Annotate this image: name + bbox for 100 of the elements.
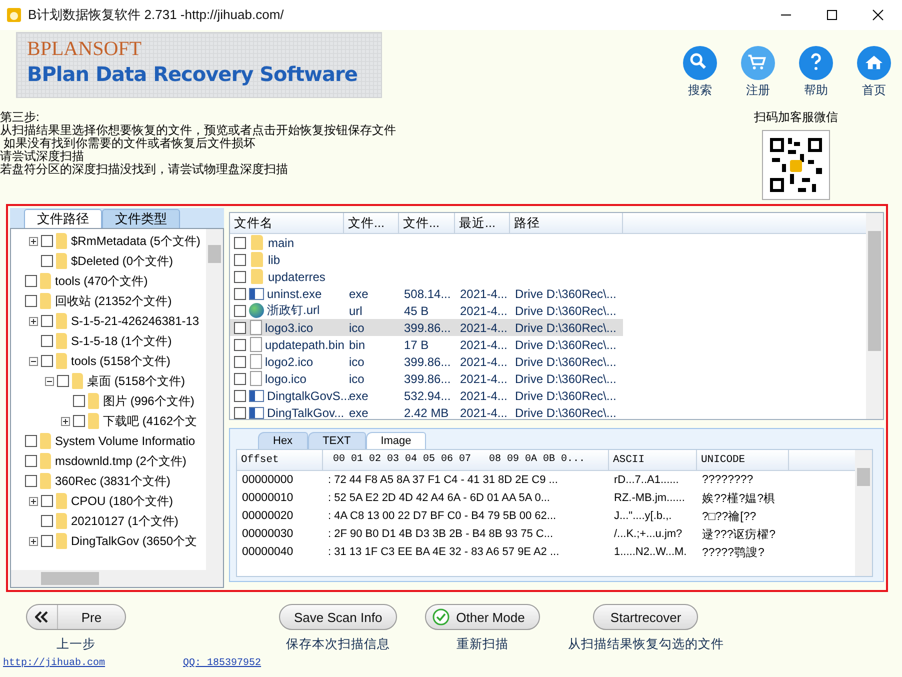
file-row[interactable]: lib <box>230 251 623 268</box>
file-row[interactable]: 浙政钉.url url 45 B 2021-4... Drive D:\360Rec\... <box>230 302 623 319</box>
checkbox[interactable] <box>25 455 37 467</box>
column-header[interactable]: ASCII <box>609 450 697 470</box>
expand-icon[interactable] <box>29 536 38 546</box>
toolbar-button[interactable]: 帮助 <box>797 46 835 99</box>
checkbox[interactable] <box>234 372 246 384</box>
tree-item[interactable]: 下载吧 (4162个文 <box>103 412 198 430</box>
expand-icon[interactable] <box>61 416 70 426</box>
tab[interactable]: Hex <box>258 432 308 449</box>
file-row[interactable]: updatepath.bin bin 17 B 2021-4... Drive D:\360Rec\... <box>230 336 623 353</box>
tree-item[interactable]: msdownld.tmp (2个文件) <box>55 452 186 470</box>
folder-icon <box>40 453 51 469</box>
file-row[interactable]: logo3.ico ico 399.86... 2021-4... Drive D:\360Rec\... <box>230 319 623 336</box>
checkbox[interactable] <box>234 356 246 368</box>
checkbox[interactable] <box>234 288 246 300</box>
link[interactable]: QQ: 185397952 <box>183 658 262 672</box>
checkbox[interactable] <box>25 475 37 487</box>
checkbox[interactable] <box>41 495 53 507</box>
checkbox[interactable] <box>41 255 53 267</box>
checkbox[interactable] <box>41 535 53 547</box>
column-header[interactable]: 文件... <box>344 213 399 233</box>
horizontal-scrollbar[interactable] <box>11 570 223 587</box>
tree-item[interactable]: CPOU (180个文件) <box>71 492 174 510</box>
tree-item[interactable]: S-1-5-21-426246381-13 <box>71 314 200 328</box>
checkbox[interactable] <box>25 275 37 287</box>
checkbox[interactable] <box>41 355 53 367</box>
checkbox[interactable] <box>234 322 246 334</box>
table-cell-text: 45 B <box>403 304 430 318</box>
collapse-icon[interactable] <box>45 376 54 386</box>
checkbox[interactable] <box>41 515 53 527</box>
file-row[interactable]: logo.ico ico 399.86... 2021-4... Drive D:\360Rec\... <box>230 370 623 387</box>
tree-item[interactable]: System Volume Informatio <box>55 434 196 448</box>
checkbox[interactable] <box>234 254 246 266</box>
column-header[interactable]: 最近... <box>455 213 510 233</box>
checkbox[interactable] <box>234 390 246 402</box>
checkbox[interactable] <box>73 395 85 407</box>
checkbox[interactable] <box>73 415 85 427</box>
column-header[interactable]: 路径 <box>510 213 623 233</box>
action-button[interactable]: Other Mode <box>425 604 540 630</box>
file-row[interactable]: DingtalkGovS...exe 532.94... 2021-4... Drive D:\360Rec\... <box>230 387 623 404</box>
expand-icon[interactable] <box>29 316 38 326</box>
link[interactable]: http://jihuab.com <box>3 658 106 672</box>
file-row[interactable]: DingTalkGov... exe 2.42 MB 2021-4... Drive D:\360Rec\... <box>230 404 623 419</box>
action-button[interactable]: Pre <box>26 604 126 630</box>
tree-item[interactable]: 桌面 (5158个文件) <box>87 372 186 390</box>
vertical-scrollbar[interactable] <box>206 229 223 570</box>
column-header[interactable]: 00 01 02 03 04 05 06 07 08 09 0A 0B 0... <box>323 450 609 470</box>
checkbox[interactable] <box>41 315 53 327</box>
close-icon[interactable] <box>872 9 884 21</box>
tree-item[interactable]: $Deleted (0个文件) <box>71 252 174 270</box>
column-header[interactable]: UNICODE <box>697 450 789 470</box>
file-row[interactable]: main <box>230 234 623 251</box>
tree-item[interactable]: $RmMetadata (5个文件) <box>71 232 200 250</box>
app-icon <box>6 7 22 23</box>
product-name: BPlan Data Recovery Software <box>27 61 358 88</box>
column-header[interactable]: 文件... <box>399 213 455 233</box>
tab[interactable]: TEXT <box>308 432 366 449</box>
maximize-icon[interactable] <box>826 9 838 21</box>
tab[interactable]: Image <box>366 432 426 449</box>
vertical-scrollbar[interactable] <box>855 450 872 576</box>
column-header[interactable]: 文件名 <box>230 213 344 233</box>
toolbar-button[interactable]: 首页 <box>855 46 893 99</box>
checkbox[interactable] <box>57 375 69 387</box>
tree-item[interactable]: 360Rec (3831个文件) <box>55 472 170 490</box>
vertical-scrollbar[interactable] <box>866 213 883 419</box>
checkbox[interactable] <box>234 406 246 418</box>
check-circle-icon <box>432 608 450 626</box>
toolbar-button[interactable]: 注册 <box>739 46 777 99</box>
checkbox[interactable] <box>234 304 246 316</box>
action-button[interactable]: Save Scan Info <box>279 604 398 630</box>
action-button[interactable]: Startrecover <box>593 604 698 630</box>
toolbar-button[interactable]: 搜索 <box>681 46 719 99</box>
tree-item[interactable]: S-1-5-18 (1个文件) <box>71 332 172 350</box>
tree-item[interactable]: DingTalkGov (3650个文 <box>71 532 198 550</box>
tab[interactable]: 文件路径 <box>24 209 102 228</box>
tree-item[interactable]: tools (5158个文件) <box>71 352 170 370</box>
file-row[interactable]: uninst.exe exe 508.14... 2021-4... Drive D:\360Rec\... <box>230 285 623 302</box>
expand-icon[interactable] <box>29 496 38 506</box>
tree-item[interactable]: 图片 (996个文件) <box>103 392 194 410</box>
file-row[interactable]: updaterres <box>230 268 623 285</box>
column-header[interactable]: Offset <box>237 450 323 470</box>
collapse-icon[interactable] <box>29 356 38 366</box>
checkbox[interactable] <box>234 270 246 282</box>
checkbox[interactable] <box>25 435 37 447</box>
file-row[interactable]: logo2.ico ico 399.86... 2021-4... Drive D:\360Rec\... <box>230 353 623 370</box>
file-name: logo2.ico <box>265 354 314 368</box>
checkbox[interactable] <box>234 236 246 248</box>
table-cell-text: 00000000 <box>241 474 294 486</box>
tree-item[interactable]: 回收站 (21352个文件) <box>55 292 172 310</box>
tree-item[interactable]: tools (470个文件) <box>55 272 148 290</box>
checkbox[interactable] <box>41 335 53 347</box>
expand-icon[interactable] <box>29 236 38 246</box>
tree-item[interactable]: 20210127 (1个文件) <box>71 512 178 530</box>
search-icon <box>683 46 717 80</box>
checkbox[interactable] <box>41 235 53 247</box>
tab[interactable]: 文件类型 <box>102 209 180 228</box>
table-cell-text: Drive D:\360Rec\... <box>514 406 618 419</box>
checkbox[interactable] <box>234 338 246 350</box>
checkbox[interactable] <box>25 295 37 307</box>
